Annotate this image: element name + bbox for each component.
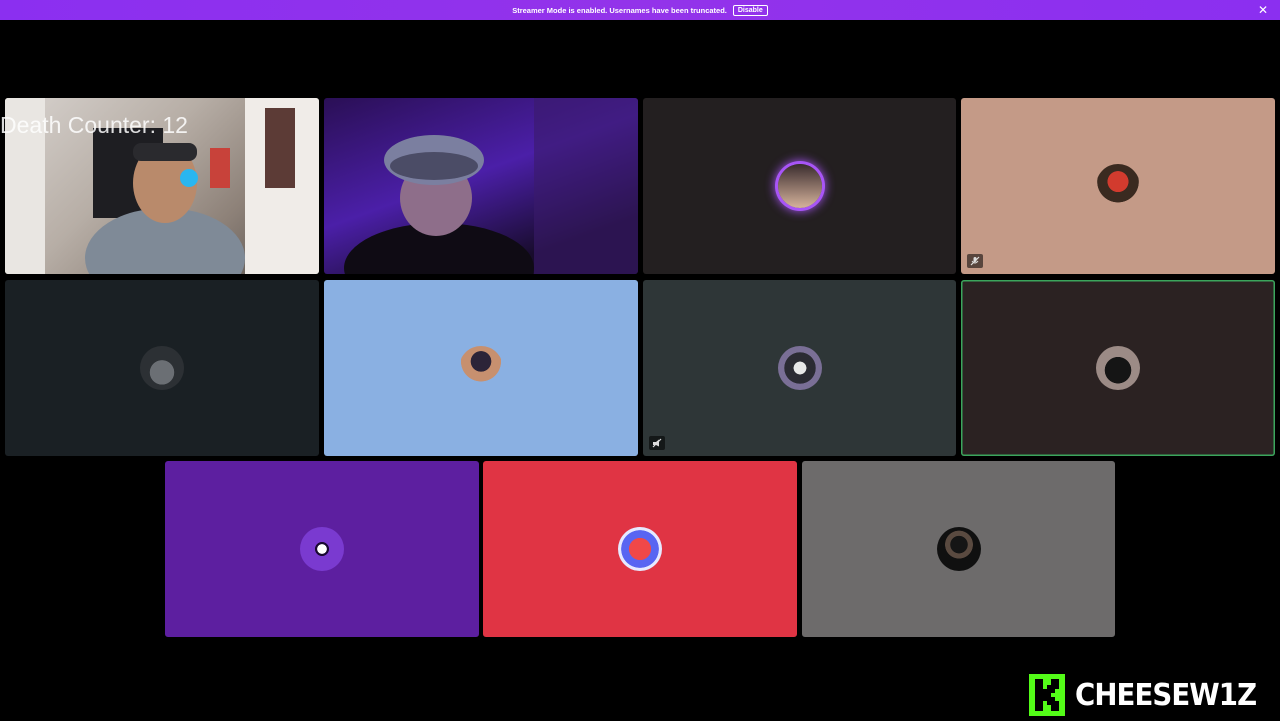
participant-tile-6[interactable]: [324, 280, 638, 456]
banner-message: Streamer Mode is enabled. Usernames have…: [512, 6, 727, 15]
avatar: [937, 527, 981, 571]
avatar: [300, 527, 344, 571]
avatar: [1096, 346, 1140, 390]
avatar: [459, 346, 503, 390]
participant-tile-11[interactable]: [802, 461, 1115, 637]
avatar: [778, 346, 822, 390]
muted-icon: [967, 254, 983, 268]
streamer-branding: CHEESEW1Z: [1029, 674, 1272, 716]
participant-tile-7[interactable]: [643, 280, 956, 456]
participant-tile-4[interactable]: [961, 98, 1275, 274]
streamer-name: CHEESEW1Z: [1075, 678, 1256, 713]
avatar: [618, 527, 662, 571]
participant-tile-3[interactable]: [643, 98, 956, 274]
streamer-mode-banner: Streamer Mode is enabled. Usernames have…: [0, 0, 1280, 20]
participant-tile-9[interactable]: [165, 461, 479, 637]
disable-streamer-mode-button[interactable]: Disable: [733, 5, 768, 16]
avatar: [1096, 164, 1140, 208]
kick-logo-icon: [1029, 674, 1065, 716]
avatar: [140, 346, 184, 390]
death-counter-overlay: Death Counter: 12: [0, 112, 188, 139]
avatar: [778, 164, 822, 208]
participant-tile-5[interactable]: [5, 280, 319, 456]
close-icon[interactable]: ✕: [1256, 3, 1270, 17]
participant-tile-10[interactable]: [483, 461, 797, 637]
video-tile-2[interactable]: [324, 98, 638, 274]
participant-tile-8[interactable]: [961, 280, 1275, 456]
muted-icon: [649, 436, 665, 450]
camera-feed-2: [324, 98, 638, 274]
